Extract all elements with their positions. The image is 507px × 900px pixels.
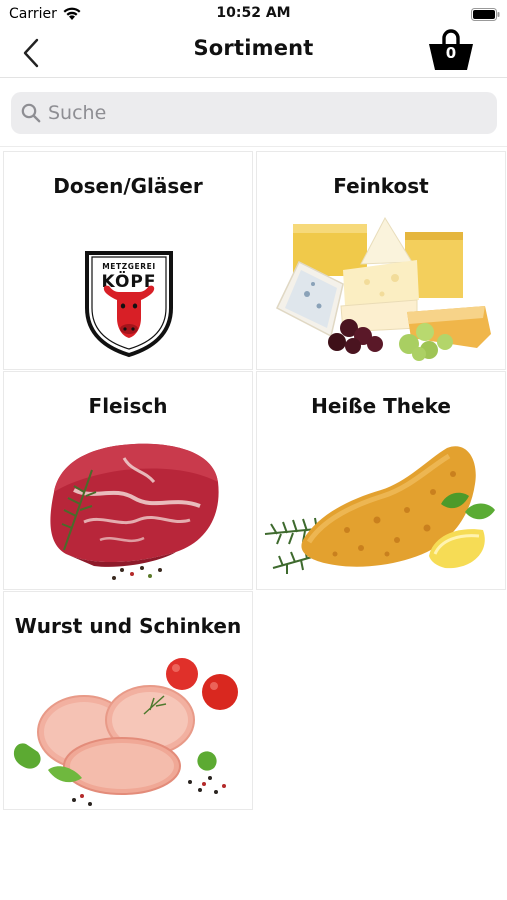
search-bar [0, 79, 507, 147]
sliced-sausage-image [13, 658, 238, 806]
category-tile-dosen-glaeser[interactable]: Dosen/Gläser METZGEREI KÖPF [3, 151, 253, 370]
category-tile-feinkost[interactable]: Feinkost [256, 151, 506, 370]
battery-icon [471, 8, 500, 21]
status-bar: Carrier 10:52 AM [0, 0, 507, 28]
category-title: Wurst und Schinken [14, 614, 242, 638]
category-tile-heisse-theke[interactable]: Heiße Theke [256, 371, 506, 590]
raw-beef-image [50, 443, 219, 580]
category-tile-fleisch[interactable]: Fleisch [3, 371, 253, 590]
logo-top-text: METZGEREI [102, 262, 156, 271]
category-title: Fleisch [88, 394, 168, 418]
metzgerei-logo: METZGEREI KÖPF [85, 251, 173, 358]
category-title: Feinkost [333, 174, 429, 198]
search-icon [21, 103, 41, 123]
cart-count: 0 [445, 44, 457, 62]
category-title: Heiße Theke [311, 394, 451, 418]
category-title: Dosen/Gläser [53, 174, 203, 198]
category-tile-wurst-und-schinken[interactable]: Wurst und Schinken [3, 591, 253, 810]
clock: 10:52 AM [216, 5, 291, 21]
schnitzel-image [264, 446, 495, 574]
navigation-bar: Sortiment 0 [0, 28, 507, 78]
search-field[interactable] [11, 92, 497, 134]
cheese-platter-image [276, 216, 491, 361]
search-input[interactable] [48, 92, 488, 134]
cart-button[interactable]: 0 [427, 28, 475, 74]
